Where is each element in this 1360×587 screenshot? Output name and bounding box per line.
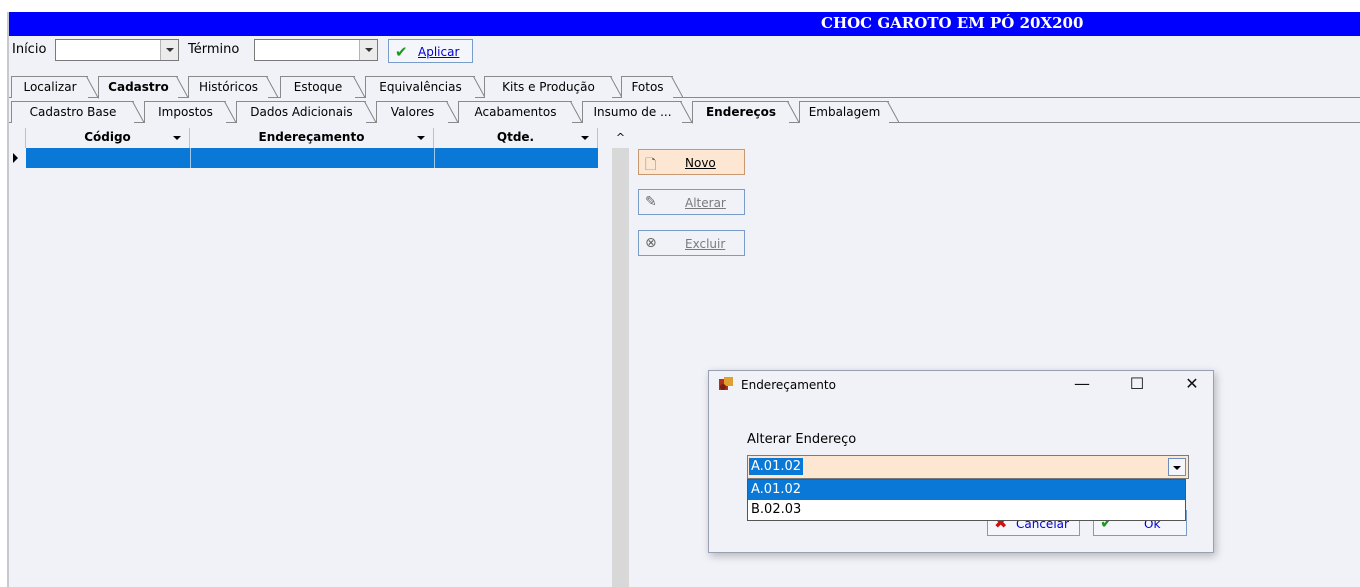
- tab-acabamentos[interactable]: Acabamentos: [458, 101, 582, 123]
- maximize-icon[interactable]: ☐: [1122, 373, 1152, 397]
- close-icon[interactable]: ✕: [1177, 373, 1207, 397]
- tab-cadastro-base[interactable]: Cadastro Base: [11, 101, 144, 123]
- row-indicator-header: [9, 128, 26, 148]
- new-document-icon: 🗋: [645, 157, 657, 173]
- column-divider: [434, 148, 435, 168]
- chevron-down-icon[interactable]: [359, 40, 377, 60]
- column-header-qtde[interactable]: Qtde.: [434, 128, 598, 148]
- main-tab-strip: Localizar Cadastro Históricos Estoque Eq…: [9, 76, 1360, 99]
- end-date-combo[interactable]: [254, 39, 378, 61]
- list-item[interactable]: B.02.03: [748, 500, 1185, 520]
- delete-button[interactable]: ⊗ Excluir: [638, 230, 745, 256]
- tab-insumo[interactable]: Insumo de ...: [582, 101, 692, 123]
- tab-localizar[interactable]: Localizar: [11, 76, 98, 98]
- end-label: Término: [188, 42, 240, 57]
- app-icon: [719, 377, 733, 390]
- delete-button-label: Excluir: [685, 237, 726, 251]
- main-window: CHOC GAROTO EM PÓ 20X200 Início Término …: [7, 12, 1360, 587]
- address-combo[interactable]: A.01.02: [747, 455, 1189, 479]
- tab-cadastro[interactable]: Cadastro: [98, 76, 188, 99]
- column-header-codigo[interactable]: Código: [26, 128, 190, 148]
- filter-arrow-icon[interactable]: [581, 136, 589, 140]
- dialog-title: Endereçamento: [741, 378, 836, 392]
- tab-kits-producao[interactable]: Kits e Produção: [484, 76, 622, 98]
- record-title: CHOC GAROTO EM PÓ 20X200: [821, 14, 1084, 32]
- check-icon: ✔: [395, 43, 408, 61]
- tab-fotos[interactable]: Fotos: [621, 76, 683, 98]
- filter-arrow-icon[interactable]: [417, 136, 425, 140]
- scroll-up-icon[interactable]: ^: [612, 128, 629, 148]
- column-header-enderecamento[interactable]: Endereçamento: [190, 128, 434, 148]
- grid-vertical-scrollbar[interactable]: ^: [612, 128, 629, 587]
- address-combo-value: A.01.02: [749, 458, 804, 475]
- minimize-icon[interactable]: —: [1067, 373, 1097, 397]
- delete-icon: ⊗: [645, 235, 657, 251]
- new-button[interactable]: 🗋 Novo: [638, 149, 745, 175]
- apply-button-label: Aplicar: [418, 45, 460, 59]
- tab-historicos[interactable]: Históricos: [188, 76, 278, 98]
- start-label: Início: [12, 42, 47, 57]
- address-dropdown-list: A.01.02 B.02.03: [747, 479, 1186, 521]
- start-date-combo[interactable]: [55, 39, 179, 61]
- tab-valores[interactable]: Valores: [376, 101, 458, 123]
- date-filter-bar: Início Término ✔ Aplicar: [9, 38, 1360, 68]
- pencil-icon: ✎: [645, 194, 657, 210]
- column-header-label: Código: [84, 130, 131, 144]
- record-title-bar: CHOC GAROTO EM PÓ 20X200: [9, 12, 1360, 36]
- list-item[interactable]: A.01.02: [748, 480, 1185, 500]
- chevron-down-icon[interactable]: [160, 40, 178, 60]
- tab-equivalencias[interactable]: Equivalências: [365, 76, 485, 98]
- tab-impostos[interactable]: Impostos: [144, 101, 236, 123]
- current-row-indicator-icon: [13, 153, 18, 163]
- edit-button[interactable]: ✎ Alterar: [638, 189, 745, 215]
- tab-dados-adicionais[interactable]: Dados Adicionais: [236, 101, 376, 123]
- table-row[interactable]: [26, 148, 598, 168]
- addressing-dialog: Endereçamento — ☐ ✕ Alterar Endereço A.0…: [708, 370, 1214, 553]
- field-label: Alterar Endereço: [747, 432, 857, 447]
- column-header-label: Endereçamento: [258, 130, 365, 144]
- tab-enderecos[interactable]: Endereços: [692, 101, 799, 124]
- filter-arrow-icon[interactable]: [173, 136, 181, 140]
- new-button-label: Novo: [685, 156, 716, 170]
- chevron-down-icon[interactable]: [1168, 458, 1186, 476]
- tab-embalagem[interactable]: Embalagem: [799, 101, 899, 123]
- apply-button[interactable]: ✔ Aplicar: [388, 39, 473, 63]
- sub-tab-strip: Cadastro Base Impostos Dados Adicionais …: [9, 101, 1360, 124]
- column-header-label: Qtde.: [496, 130, 535, 144]
- column-divider: [190, 148, 191, 168]
- tab-estoque[interactable]: Estoque: [280, 76, 365, 98]
- address-grid: Código Endereçamento Qtde.: [9, 128, 609, 587]
- edit-button-label: Alterar: [685, 196, 726, 210]
